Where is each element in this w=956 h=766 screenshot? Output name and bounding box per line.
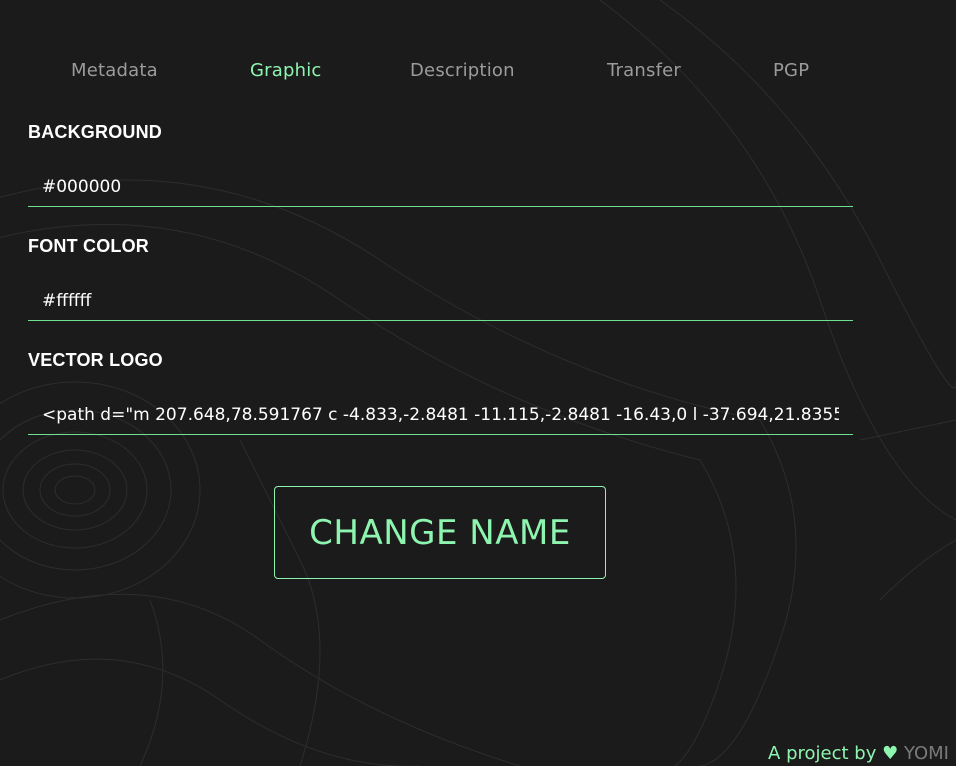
background-topographic-lines: [0, 0, 956, 766]
footer-brand-link[interactable]: YOMI: [904, 743, 949, 764]
tab-transfer[interactable]: Transfer: [607, 60, 681, 81]
tab-pgp[interactable]: PGP: [773, 60, 809, 81]
tab-graphic[interactable]: Graphic: [250, 60, 322, 81]
vector-logo-label: VECTOR LOGO: [28, 350, 163, 370]
footer-credit: A project by ♥ YOMI: [768, 743, 949, 764]
change-name-button[interactable]: CHANGE NAME: [274, 486, 606, 579]
background-color-input[interactable]: [28, 167, 853, 207]
tab-bar: Metadata Graphic Description Transfer PG…: [0, 60, 956, 88]
footer-text: A project by: [768, 743, 877, 764]
background-label: BACKGROUND: [28, 122, 162, 142]
tab-metadata[interactable]: Metadata: [71, 60, 158, 81]
font-color-input[interactable]: [28, 281, 853, 321]
tab-description[interactable]: Description: [410, 60, 515, 81]
vector-logo-input[interactable]: [28, 395, 853, 435]
font-color-label: FONT COLOR: [28, 236, 149, 256]
heart-icon: ♥: [882, 743, 899, 764]
